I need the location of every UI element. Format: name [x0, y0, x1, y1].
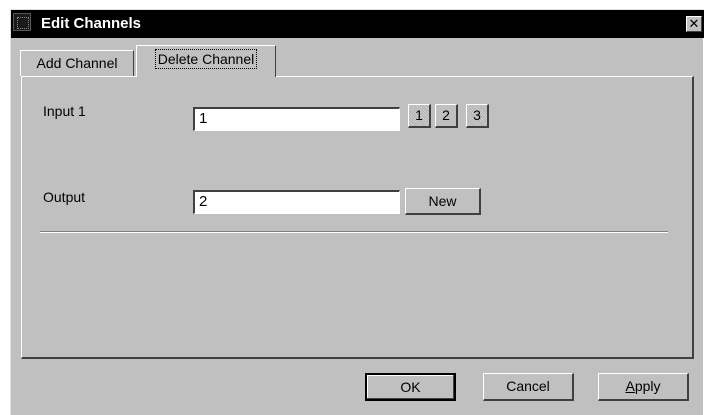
ok-button[interactable]: OK: [365, 373, 456, 401]
apply-mnemonic: A: [625, 378, 635, 394]
output-label: Output: [43, 189, 86, 205]
apply-button[interactable]: Apply: [598, 373, 689, 401]
new-button[interactable]: New: [405, 188, 481, 215]
tab-delete-channel[interactable]: Delete Channel: [136, 45, 276, 77]
close-icon: ✕: [688, 16, 700, 31]
tab-add-channel-label: Add Channel: [36, 55, 118, 71]
cancel-button[interactable]: Cancel: [483, 373, 574, 401]
app-icon[interactable]: [13, 13, 31, 31]
tab-add-channel[interactable]: Add Channel: [20, 50, 134, 76]
output-field[interactable]: 2: [193, 190, 400, 214]
tab-delete-channel-label: Delete Channel: [154, 49, 258, 69]
input1-field[interactable]: 1: [193, 107, 400, 131]
input1-button-3[interactable]: 3: [466, 104, 489, 128]
close-button[interactable]: ✕: [686, 16, 702, 32]
input1-label: Input 1: [43, 103, 86, 119]
apply-label-rest: pply: [634, 378, 661, 394]
title-bar[interactable]: Edit Channels ✕: [11, 10, 704, 38]
divider: [40, 231, 668, 233]
input1-button-1[interactable]: 1: [408, 104, 431, 128]
input1-button-2[interactable]: 2: [435, 104, 458, 128]
window-title: Edit Channels: [41, 15, 142, 32]
